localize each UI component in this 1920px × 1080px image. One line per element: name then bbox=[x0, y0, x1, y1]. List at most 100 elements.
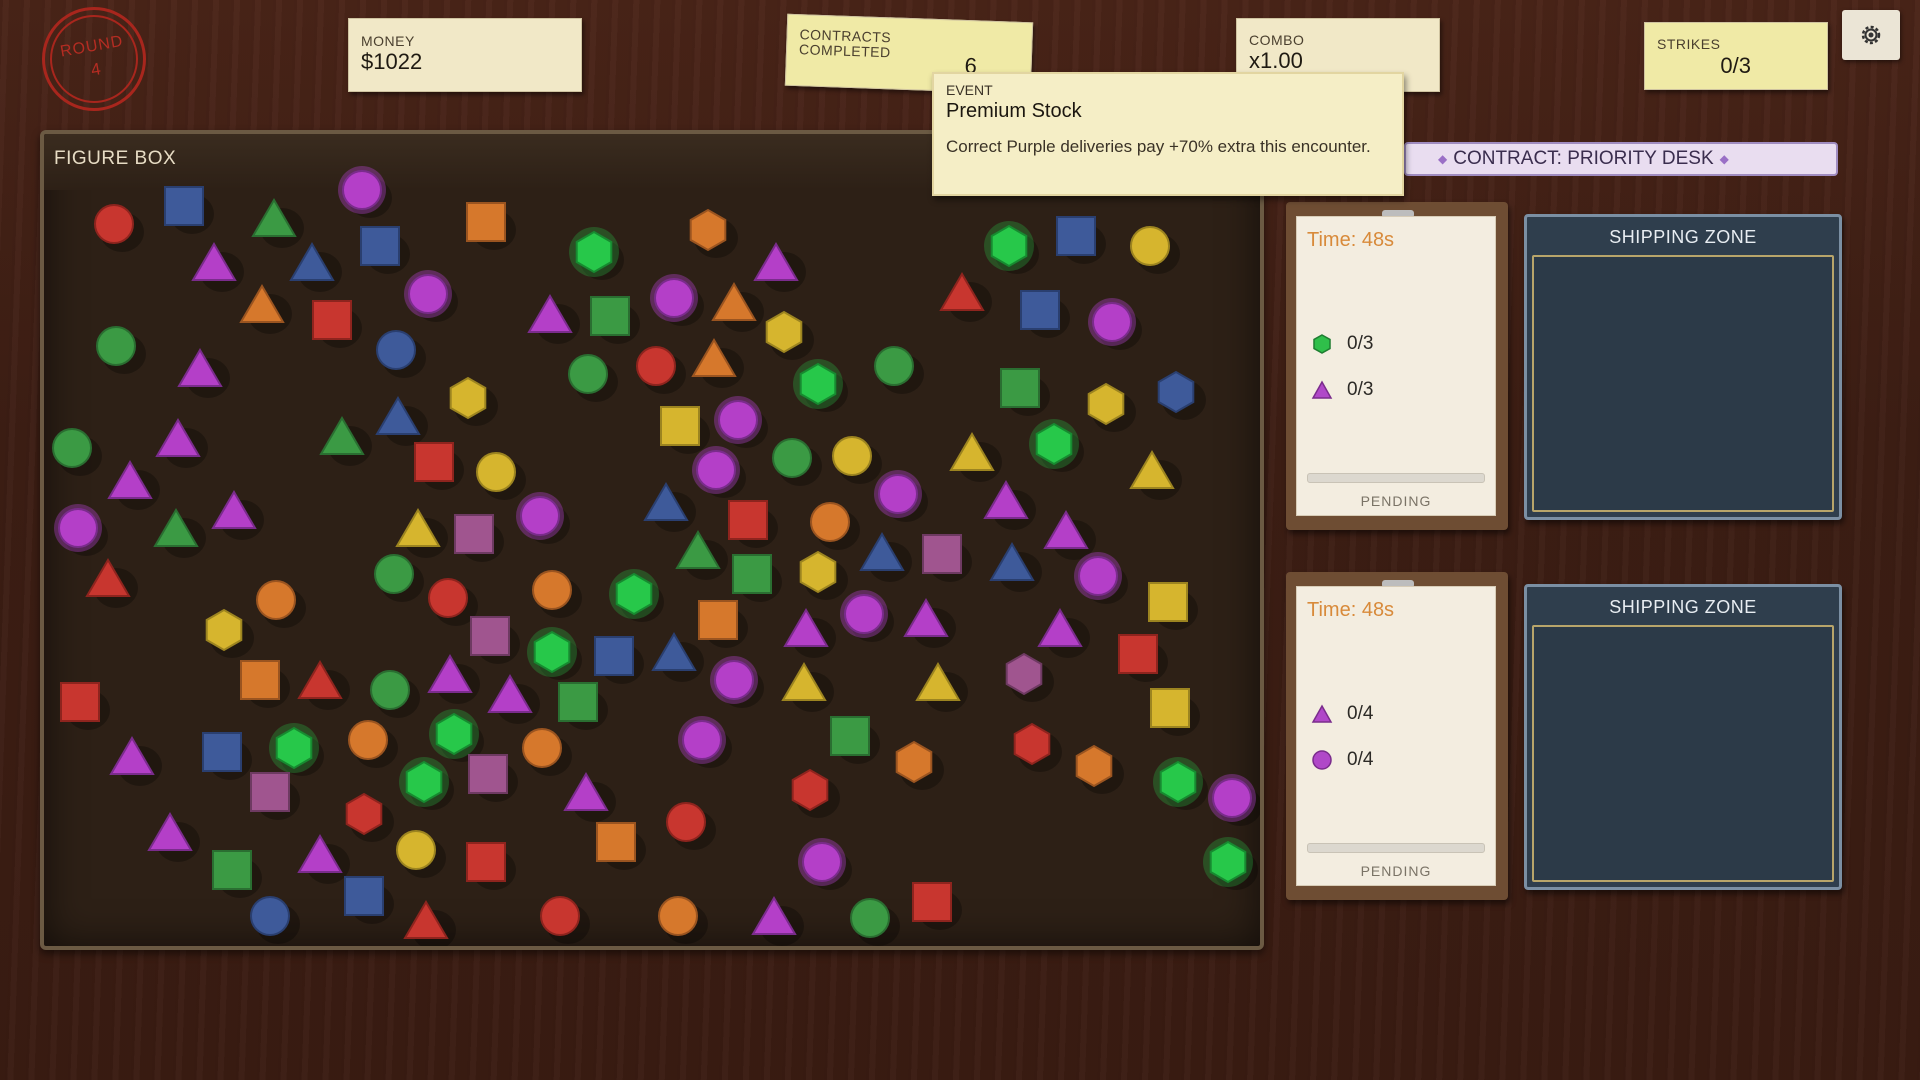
figure-green-hexagon[interactable] bbox=[793, 359, 848, 412]
figure-yellow-triangle[interactable] bbox=[915, 662, 968, 712]
figure-red-square[interactable] bbox=[414, 442, 464, 490]
figure-yellow-square[interactable] bbox=[660, 406, 710, 454]
figure-purple-triangle[interactable] bbox=[155, 418, 208, 468]
figure-purple-triangle[interactable] bbox=[1043, 510, 1096, 560]
figure-green-hexagon[interactable] bbox=[1203, 837, 1258, 890]
figure-purple-circle[interactable] bbox=[404, 270, 458, 322]
figure-red-hexagon[interactable] bbox=[345, 792, 394, 842]
figure-pink-square[interactable] bbox=[454, 514, 504, 562]
figure-purple-circle[interactable] bbox=[692, 446, 746, 498]
figure-yellow-circle[interactable] bbox=[1130, 226, 1180, 274]
figure-green-circle[interactable] bbox=[374, 554, 424, 602]
figure-purple-triangle[interactable] bbox=[903, 598, 956, 648]
figure-red-triangle[interactable] bbox=[85, 558, 138, 608]
figure-orange-hexagon[interactable] bbox=[1075, 744, 1124, 794]
figure-red-square[interactable] bbox=[728, 500, 778, 548]
figure-purple-triangle[interactable] bbox=[427, 654, 480, 704]
figure-purple-circle[interactable] bbox=[54, 504, 108, 556]
figure-green-triangle[interactable] bbox=[153, 508, 206, 558]
figure-green-circle[interactable] bbox=[52, 428, 102, 476]
figure-green-hexagon[interactable] bbox=[1153, 757, 1208, 810]
figure-purple-triangle[interactable] bbox=[983, 480, 1036, 530]
figure-blue-hexagon[interactable] bbox=[1157, 370, 1206, 420]
figure-yellow-circle[interactable] bbox=[396, 830, 446, 878]
figure-pink-square[interactable] bbox=[470, 616, 520, 664]
figure-purple-triangle[interactable] bbox=[107, 460, 160, 510]
figure-orange-circle[interactable] bbox=[658, 896, 708, 944]
figure-purple-circle[interactable] bbox=[798, 838, 852, 890]
figure-orange-circle[interactable] bbox=[522, 728, 572, 776]
figure-red-circle[interactable] bbox=[666, 802, 716, 850]
figure-green-hexagon[interactable] bbox=[527, 627, 582, 680]
figure-green-hexagon[interactable] bbox=[399, 757, 454, 810]
settings-button[interactable] bbox=[1842, 10, 1900, 60]
figure-green-circle[interactable] bbox=[96, 326, 146, 374]
shipping-zone-1[interactable]: SHIPPING ZONE bbox=[1524, 214, 1842, 520]
figure-blue-square[interactable] bbox=[202, 732, 252, 780]
figure-green-circle[interactable] bbox=[874, 346, 924, 394]
figure-blue-triangle[interactable] bbox=[289, 242, 342, 292]
figure-green-circle[interactable] bbox=[772, 438, 822, 486]
figure-yellow-hexagon[interactable] bbox=[1087, 382, 1136, 432]
figure-green-square[interactable] bbox=[830, 716, 880, 764]
figure-blue-square[interactable] bbox=[594, 636, 644, 684]
figure-purple-triangle[interactable] bbox=[109, 736, 162, 786]
figure-orange-circle[interactable] bbox=[810, 502, 860, 550]
figure-green-square[interactable] bbox=[732, 554, 782, 602]
figure-green-triangle[interactable] bbox=[319, 416, 372, 466]
figure-green-square[interactable] bbox=[212, 850, 262, 898]
figure-blue-triangle[interactable] bbox=[651, 632, 704, 682]
figure-purple-triangle[interactable] bbox=[297, 834, 350, 884]
figure-blue-triangle[interactable] bbox=[989, 542, 1042, 592]
figure-red-square[interactable] bbox=[60, 682, 110, 730]
figure-red-circle[interactable] bbox=[636, 346, 686, 394]
figure-purple-triangle[interactable] bbox=[147, 812, 200, 862]
figure-yellow-circle[interactable] bbox=[476, 452, 526, 500]
figure-blue-triangle[interactable] bbox=[859, 532, 912, 582]
contract-card-1[interactable]: Time: 48s 0/3 0/3 PENDING bbox=[1286, 202, 1508, 530]
figure-pink-square[interactable] bbox=[922, 534, 972, 582]
figure-blue-square[interactable] bbox=[164, 186, 214, 234]
figure-pink-square[interactable] bbox=[468, 754, 518, 802]
figure-green-circle[interactable] bbox=[370, 670, 420, 718]
figure-purple-circle[interactable] bbox=[650, 274, 704, 326]
figure-red-square[interactable] bbox=[466, 842, 516, 890]
figure-purple-circle[interactable] bbox=[1074, 552, 1128, 604]
figure-purple-triangle[interactable] bbox=[191, 242, 244, 292]
figure-orange-triangle[interactable] bbox=[711, 282, 764, 332]
figure-green-hexagon[interactable] bbox=[269, 723, 324, 776]
figure-red-triangle[interactable] bbox=[403, 900, 456, 946]
figure-orange-triangle[interactable] bbox=[691, 338, 744, 388]
figure-blue-square[interactable] bbox=[360, 226, 410, 274]
figure-purple-triangle[interactable] bbox=[751, 896, 804, 946]
figure-orange-circle[interactable] bbox=[256, 580, 306, 628]
figure-orange-hexagon[interactable] bbox=[689, 208, 738, 258]
figure-green-hexagon[interactable] bbox=[1029, 419, 1084, 472]
figure-purple-triangle[interactable] bbox=[527, 294, 580, 344]
figure-orange-hexagon[interactable] bbox=[895, 740, 944, 790]
figure-purple-circle[interactable] bbox=[678, 716, 732, 768]
figure-blue-square[interactable] bbox=[1056, 216, 1106, 264]
figure-green-square[interactable] bbox=[1000, 368, 1050, 416]
figure-blue-triangle[interactable] bbox=[375, 396, 428, 446]
figure-yellow-triangle[interactable] bbox=[395, 508, 448, 558]
figure-purple-triangle[interactable] bbox=[177, 348, 230, 398]
figure-purple-triangle[interactable] bbox=[783, 608, 836, 658]
figure-red-square[interactable] bbox=[312, 300, 362, 348]
figure-yellow-circle[interactable] bbox=[832, 436, 882, 484]
figure-green-hexagon[interactable] bbox=[984, 221, 1039, 274]
figure-purple-circle[interactable] bbox=[516, 492, 570, 544]
figure-blue-triangle[interactable] bbox=[643, 482, 696, 532]
shipping-zone-2[interactable]: SHIPPING ZONE bbox=[1524, 584, 1842, 890]
figure-blue-square[interactable] bbox=[344, 876, 394, 924]
figure-orange-triangle[interactable] bbox=[239, 284, 292, 334]
figure-yellow-square[interactable] bbox=[1148, 582, 1198, 630]
figure-purple-triangle[interactable] bbox=[563, 772, 616, 822]
figure-red-triangle[interactable] bbox=[297, 660, 350, 710]
figure-blue-circle[interactable] bbox=[250, 896, 300, 944]
figure-purple-circle[interactable] bbox=[1208, 774, 1260, 826]
figure-green-circle[interactable] bbox=[850, 898, 900, 946]
figure-yellow-triangle[interactable] bbox=[1129, 450, 1182, 500]
figure-purple-circle[interactable] bbox=[874, 470, 928, 522]
figure-red-hexagon[interactable] bbox=[791, 768, 840, 818]
